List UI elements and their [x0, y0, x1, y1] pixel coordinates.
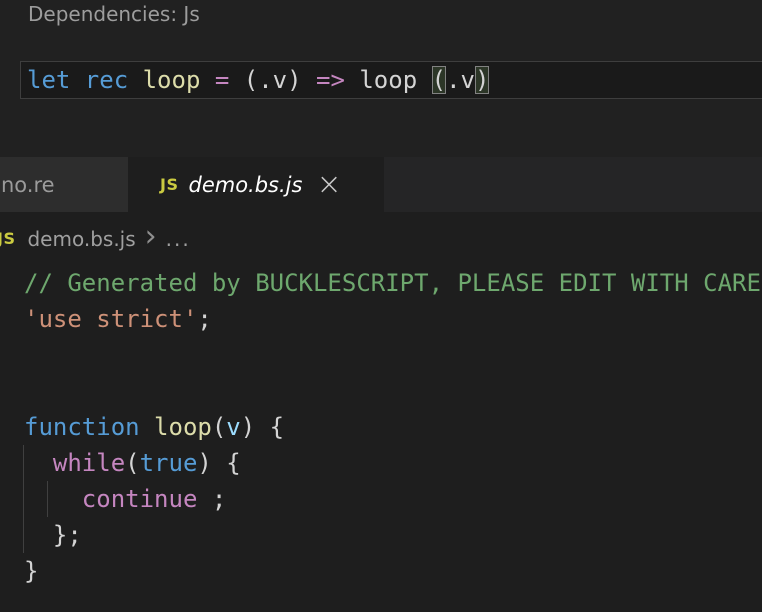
tab-demo-re[interactable]: no.re	[0, 157, 128, 212]
close-icon[interactable]: ×	[316, 175, 341, 195]
tab-demo-bs-js[interactable]: JS demo.bs.js ×	[128, 157, 384, 212]
tab-bar: no.re JS demo.bs.js ×	[0, 157, 762, 212]
code-token: }	[24, 557, 38, 585]
js-file-icon: JS	[160, 175, 178, 194]
breadcrumb-symbol-ellipsis[interactable]: ...	[166, 227, 191, 251]
code-lines: // Generated by BUCKLESCRIPT, PLEASE EDI…	[0, 265, 762, 589]
code-token	[24, 485, 82, 513]
code-token: while	[53, 449, 125, 477]
code-token: loop	[154, 413, 212, 441]
indent-guide	[23, 445, 24, 553]
js-editor[interactable]: // Generated by BUCKLESCRIPT, PLEASE EDI…	[0, 265, 762, 612]
code-line[interactable]: function loop(v) {	[0, 409, 762, 445]
code-token: (	[212, 413, 226, 441]
breadcrumb-file[interactable]: demo.bs.js	[27, 227, 135, 251]
code-line[interactable]	[0, 373, 762, 409]
code-token	[24, 449, 53, 477]
code-token: true	[140, 449, 198, 477]
code-token	[140, 413, 154, 441]
code-token: .v	[446, 66, 475, 94]
dependencies-label: Dependencies: Js	[28, 0, 200, 28]
code-token: =	[215, 66, 229, 94]
code-line[interactable]: while(true) {	[0, 445, 762, 481]
code-token: // Generated by BUCKLESCRIPT, PLEASE EDI…	[24, 269, 761, 297]
code-line[interactable]: continue ;	[0, 481, 762, 517]
code-line[interactable]: 'use strict';	[0, 301, 762, 337]
code-token: let rec	[27, 66, 143, 94]
bracket-match-token: (	[432, 66, 446, 94]
code-token: ;	[197, 485, 226, 513]
bracket-match-token: )	[475, 66, 489, 94]
js-file-icon: JS	[0, 229, 15, 248]
reason-editor-pane[interactable]: Dependencies: Js let rec loop = (.v) => …	[0, 0, 762, 157]
code-token: 'use strict'	[24, 305, 197, 333]
code-line[interactable]: // Generated by BUCKLESCRIPT, PLEASE EDI…	[0, 265, 762, 301]
code-token: loop	[143, 66, 201, 94]
reason-code-line[interactable]: let rec loop = (.v) => loop (.v)	[21, 62, 762, 98]
code-token: =>	[316, 66, 345, 94]
code-line[interactable]: }	[0, 553, 762, 589]
code-token: ) {	[241, 413, 284, 441]
code-line[interactable]: };	[0, 517, 762, 553]
current-line-highlight: let rec loop = (.v) => loop (.v)	[20, 61, 762, 99]
breadcrumb: JS demo.bs.js › ...	[0, 212, 762, 265]
tab-label: no.re	[1, 173, 55, 197]
tab-label: demo.bs.js	[188, 173, 302, 197]
code-token: (	[125, 449, 139, 477]
indent-guide	[47, 481, 48, 517]
code-line[interactable]	[0, 337, 762, 373]
code-token	[200, 66, 214, 94]
vscode-window: Dependencies: Js let rec loop = (.v) => …	[0, 0, 762, 612]
code-token: ) {	[197, 449, 240, 477]
code-token: };	[24, 521, 82, 549]
code-token: (.v)	[229, 66, 316, 94]
code-token: function	[24, 413, 140, 441]
code-token: continue	[82, 485, 198, 513]
chevron-right-icon: ›	[145, 227, 157, 247]
code-token: ;	[197, 305, 211, 333]
code-token: v	[226, 413, 240, 441]
code-token: loop	[345, 66, 432, 94]
